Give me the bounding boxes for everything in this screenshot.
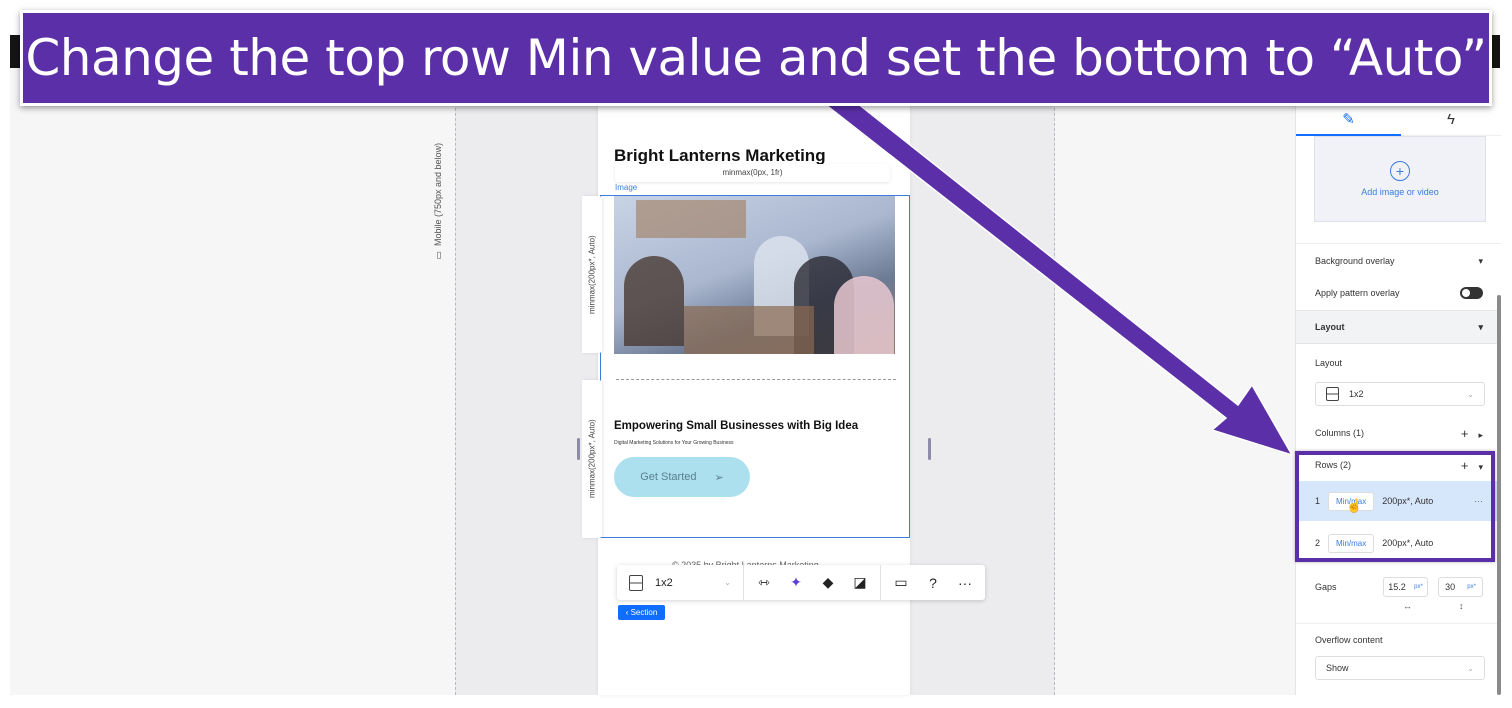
pointer-arrow [810, 79, 1294, 457]
instruction-banner: Change the top row Min value and set the… [20, 10, 1492, 106]
hand-cursor-icon: ☝ [1346, 498, 1363, 513]
